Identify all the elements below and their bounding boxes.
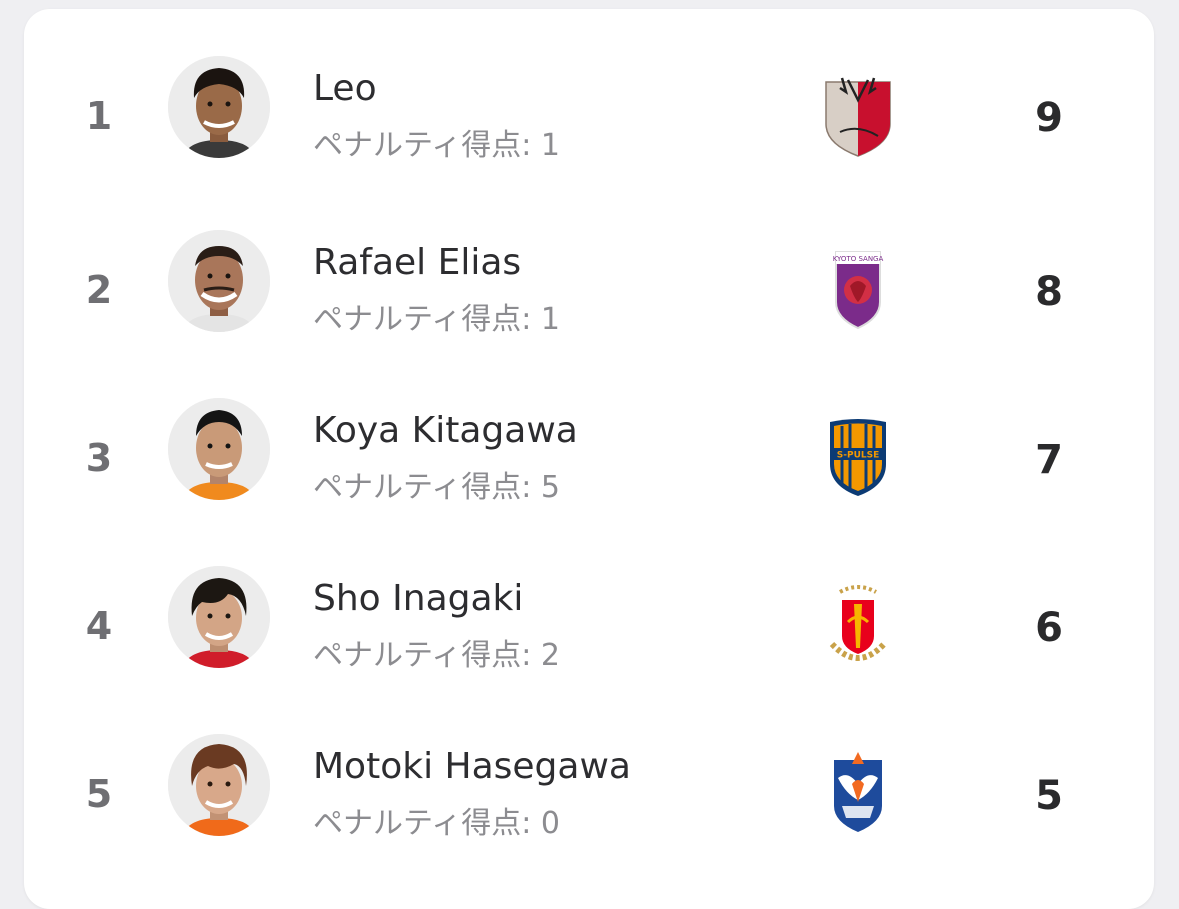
player-name: Motoki Hasegawa <box>313 746 631 787</box>
rank-number: 2 <box>85 268 113 312</box>
nagoya-grampus-crest-icon <box>820 582 896 668</box>
penalty-goals-label: ペナルティ得点: 1 <box>313 128 560 163</box>
penalty-goals-label: ペナルティ得点: 0 <box>313 806 560 841</box>
penalty-goals-label: ペナルティ得点: 5 <box>313 470 560 505</box>
scorer-row-1[interactable]: 1 Leo ペナルティ得点: 1 9 <box>24 40 1154 208</box>
rank-number: 5 <box>85 772 113 816</box>
goals-count: 6 <box>1035 605 1063 651</box>
player-avatar[interactable] <box>168 56 270 158</box>
goals-count: 7 <box>1035 437 1063 483</box>
player-name: Rafael Elias <box>313 242 522 283</box>
player-name: Koya Kitagawa <box>313 410 578 451</box>
penalty-goals-label: ペナルティ得点: 2 <box>313 638 560 673</box>
scorer-row-2[interactable]: 2 Rafael Elias ペナルティ得点: 1 KYOTO SANGA 8 <box>24 214 1154 382</box>
rank-number: 3 <box>85 436 113 480</box>
scorer-row-4[interactable]: 4 Sho Inagaki ペナルティ得点: 2 6 <box>24 550 1154 718</box>
svg-text:S-PULSE: S-PULSE <box>837 451 880 461</box>
scorer-row-3[interactable]: 3 Koya Kitagawa ペナルティ得点: 5 S-PULSE 7 <box>24 382 1154 550</box>
player-avatar[interactable] <box>168 734 270 836</box>
svg-text:KYOTO SANGA: KYOTO SANGA <box>833 255 884 263</box>
player-name: Sho Inagaki <box>313 578 524 619</box>
rank-number: 1 <box>85 94 113 138</box>
goals-count: 9 <box>1035 95 1063 141</box>
rank-number: 4 <box>85 604 113 648</box>
player-name: Leo <box>313 68 377 109</box>
player-avatar[interactable] <box>168 566 270 668</box>
penalty-goals-label: ペナルティ得点: 1 <box>313 302 560 337</box>
player-avatar[interactable] <box>168 230 270 332</box>
goals-count: 8 <box>1035 269 1063 315</box>
kashima-antlers-crest-icon <box>820 72 896 158</box>
shimizu-s-pulse-crest-icon: S-PULSE <box>820 414 896 500</box>
goals-count: 5 <box>1035 773 1063 819</box>
top-scorers-card: 1 Leo ペナルティ得点: 1 9 2 Rafael Elias ペナルティ得… <box>24 9 1154 909</box>
player-avatar[interactable] <box>168 398 270 500</box>
scorer-row-5[interactable]: 5 Motoki Hasegawa ペナルティ得点: 0 5 <box>24 718 1154 886</box>
albirex-niigata-crest-icon <box>820 750 896 836</box>
kyoto-sanga-crest-icon: KYOTO SANGA <box>820 246 896 332</box>
